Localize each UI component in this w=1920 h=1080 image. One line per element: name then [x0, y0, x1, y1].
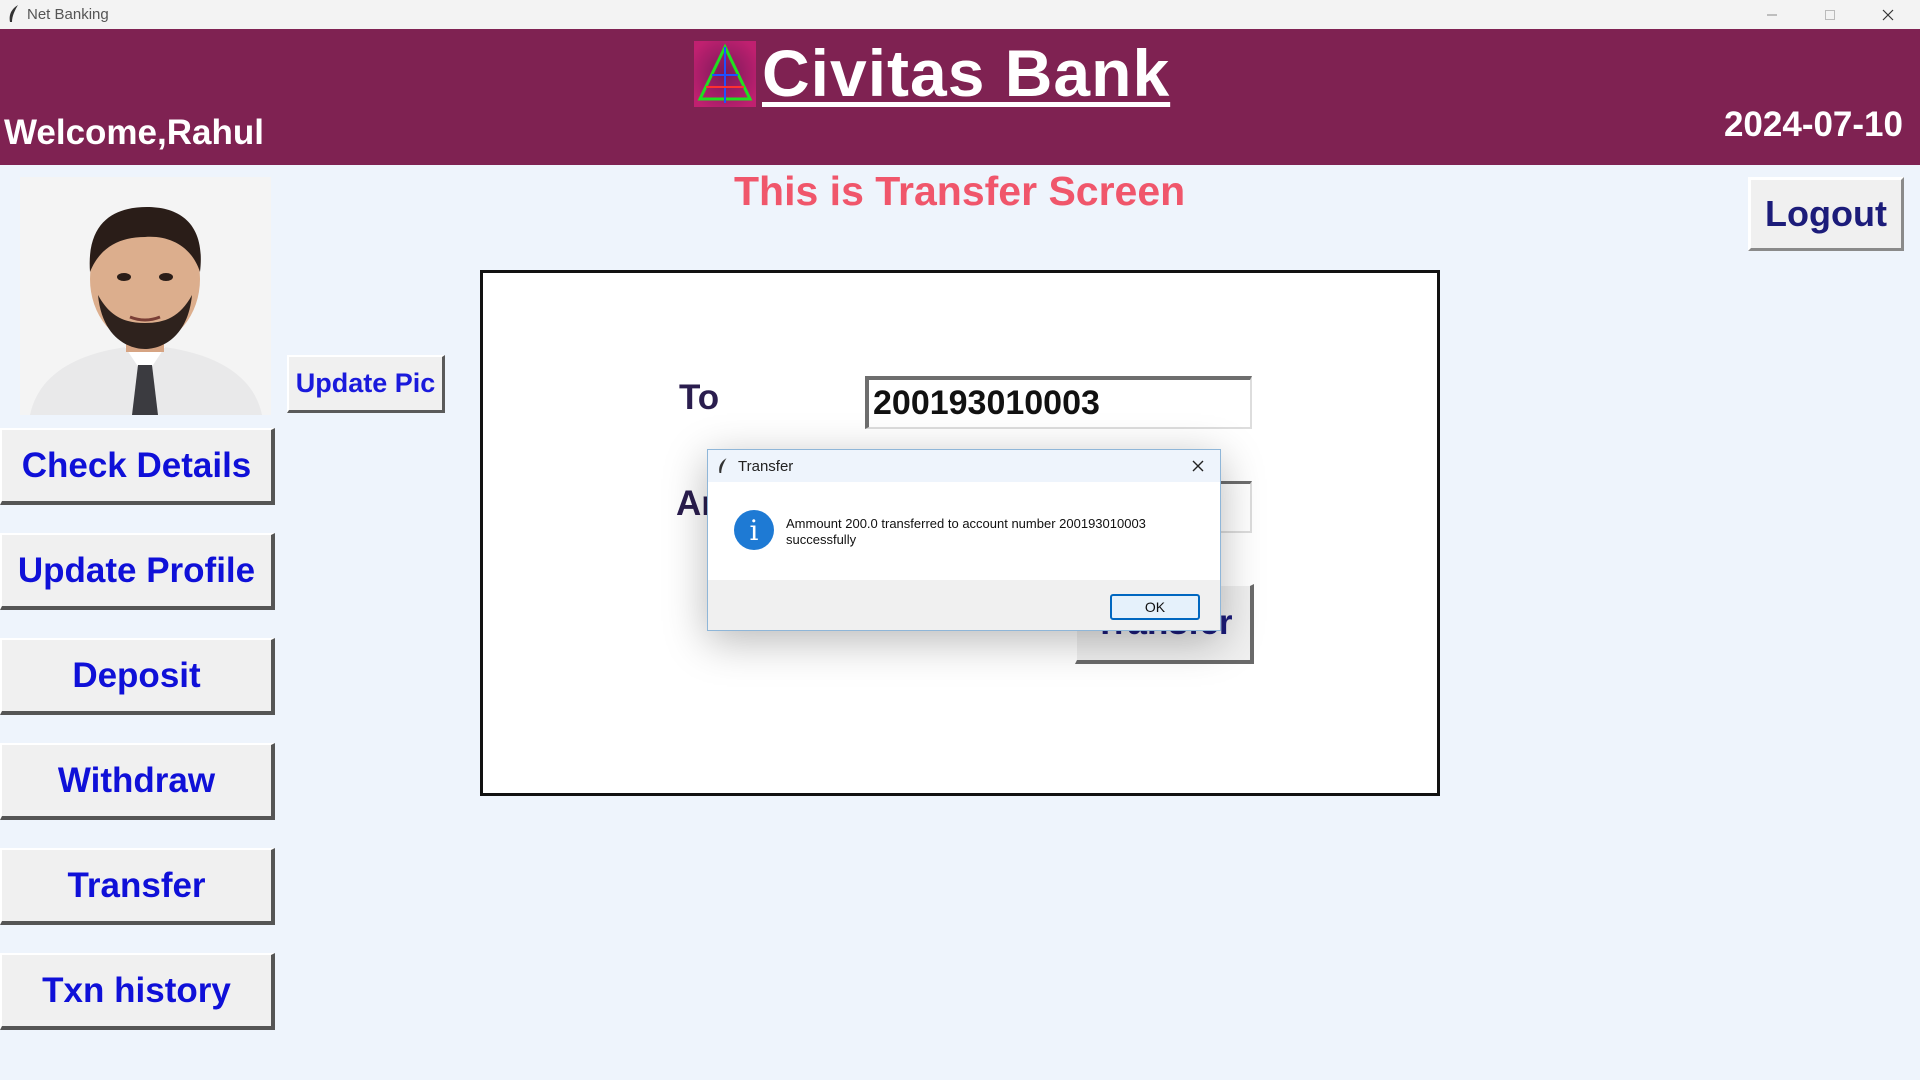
app-header: Civitas Bank Welcome,Rahul 2024-07-10 — [0, 29, 1920, 165]
profile-photo — [20, 177, 271, 415]
to-account-input[interactable] — [865, 376, 1252, 429]
update-profile-button[interactable]: Update Profile — [0, 533, 275, 610]
bank-name: Civitas Bank — [762, 36, 1171, 110]
window-close-button[interactable] — [1859, 0, 1917, 29]
maximize-icon — [1825, 9, 1835, 20]
dialog-title: Transfer — [738, 458, 794, 475]
dialog-close-button[interactable] — [1188, 456, 1208, 476]
dialog-message: Ammount 200.0 transferred to account num… — [786, 516, 1146, 547]
screen-title: This is Transfer Screen — [734, 168, 1186, 214]
feather-icon — [719, 458, 727, 473]
logout-button[interactable]: Logout — [1748, 177, 1904, 251]
to-label: To — [679, 378, 720, 417]
welcome-text: Welcome,Rahul — [4, 113, 264, 152]
withdraw-button[interactable]: Withdraw — [0, 743, 275, 820]
maximize-button[interactable] — [1801, 0, 1859, 29]
current-date: 2024-07-10 — [1723, 105, 1903, 144]
amount-label: Amount — [676, 484, 708, 523]
bank-logo-icon — [694, 41, 756, 107]
minimize-icon — [1767, 14, 1777, 15]
dialog-titlebar: Transfer — [708, 450, 1220, 482]
check-details-button[interactable]: Check Details — [0, 428, 275, 505]
dialog-footer: OK — [708, 580, 1220, 630]
update-pic-button[interactable]: Update Pic — [287, 355, 445, 413]
deposit-button[interactable]: Deposit — [0, 638, 275, 715]
txn-history-button[interactable]: Txn history — [0, 953, 275, 1030]
transfer-nav-button[interactable]: Transfer — [0, 848, 275, 925]
minimize-button[interactable] — [1743, 0, 1801, 29]
ok-button[interactable]: OK — [1110, 594, 1200, 620]
window-title: Net Banking — [27, 6, 109, 23]
window-titlebar: Net Banking — [0, 0, 1920, 29]
feather-icon — [9, 5, 18, 22]
transfer-dialog: Transfer i Ammount 200.0 transferred to … — [707, 449, 1221, 631]
close-icon — [1192, 460, 1204, 472]
info-icon: i — [734, 510, 774, 550]
close-icon — [1882, 9, 1894, 20]
avatar — [20, 177, 271, 415]
